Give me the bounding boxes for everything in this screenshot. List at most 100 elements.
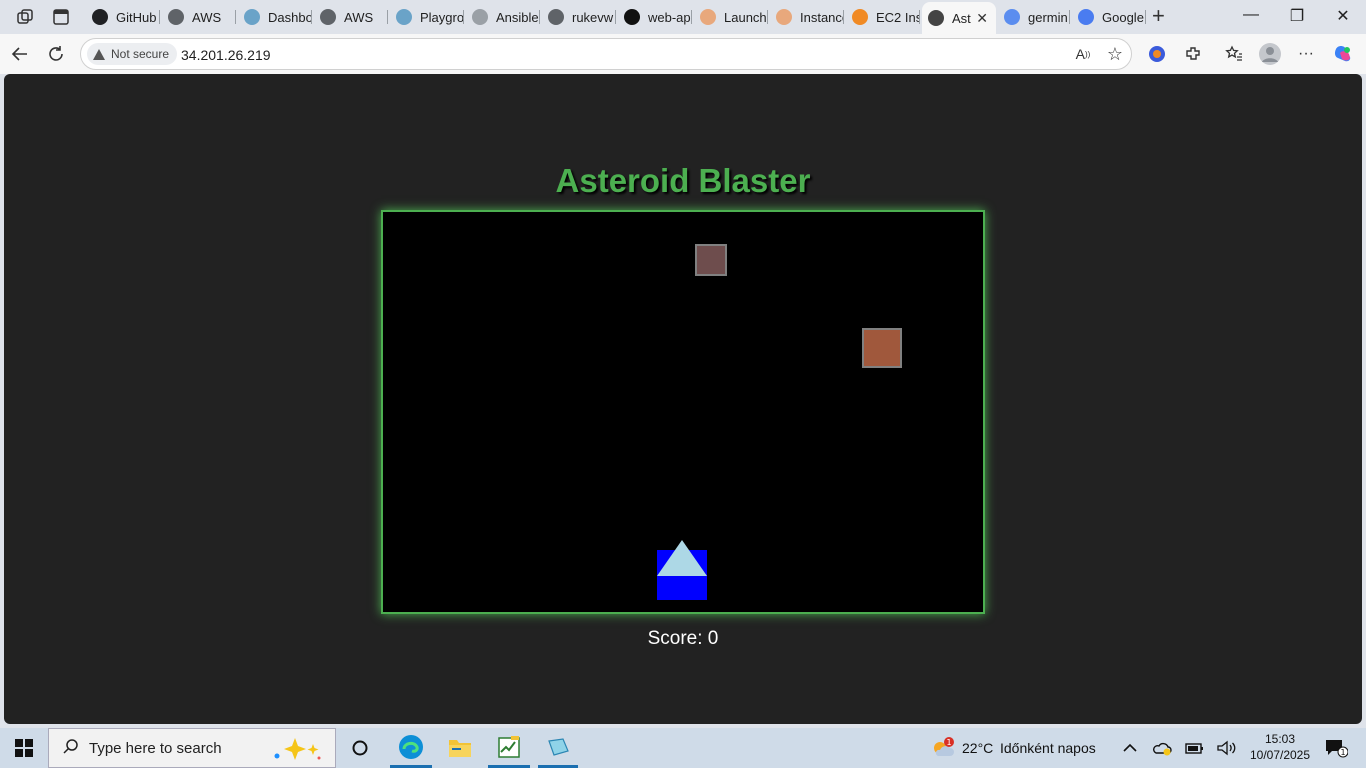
- search-icon: [63, 738, 79, 758]
- tab-label: Google: [1102, 9, 1144, 25]
- tab-6[interactable]: rukevw: [542, 4, 616, 30]
- tab-label: GitHub: [116, 9, 157, 25]
- tab-7[interactable]: web-ap: [618, 4, 692, 30]
- refresh-button[interactable]: [44, 42, 68, 66]
- tab-label: Playgro: [420, 9, 464, 25]
- tab-label: AWS: [344, 9, 374, 25]
- tab-label: Launch: [724, 9, 767, 25]
- tab-label: Instance: [800, 9, 844, 25]
- ansible-icon: [472, 9, 488, 25]
- minimize-button[interactable]: —: [1228, 6, 1274, 24]
- aws-icon: [320, 9, 336, 25]
- clock-date: 10/07/2025: [1249, 748, 1311, 762]
- url-text[interactable]: 34.201.26.219: [181, 47, 271, 63]
- edge-taskbar-icon[interactable]: [390, 728, 432, 768]
- tab-separator: [311, 10, 312, 24]
- asteroid: [862, 328, 902, 368]
- notifications-icon[interactable]: 1: [1320, 728, 1352, 768]
- tab-separator: [463, 10, 464, 24]
- more-menu-icon[interactable]: ···: [1294, 42, 1318, 66]
- battery-icon[interactable]: [1184, 728, 1206, 768]
- favorite-star-icon[interactable]: ☆: [1103, 42, 1127, 66]
- close-window-button[interactable]: ✕: [1320, 6, 1366, 26]
- tab-label: Dashbo: [268, 9, 312, 25]
- web-page: Asteroid Blaster Score: 0: [4, 74, 1362, 724]
- tab-2[interactable]: Dashbo: [238, 4, 312, 30]
- restore-button[interactable]: ❐: [1274, 6, 1320, 26]
- tab-separator: [539, 10, 540, 24]
- tab-separator: [767, 10, 768, 24]
- vertical-tabs-icon[interactable]: [48, 5, 74, 29]
- file-explorer-icon[interactable]: [440, 728, 480, 768]
- aws-console-icon: [700, 9, 716, 25]
- svg-text:1: 1: [946, 738, 951, 747]
- volume-icon[interactable]: [1214, 728, 1238, 768]
- svg-text:1: 1: [1340, 748, 1345, 757]
- asteroid: [695, 244, 727, 276]
- extension-icon[interactable]: [1145, 42, 1169, 66]
- copilot-icon[interactable]: [1331, 42, 1355, 66]
- favorites-icon[interactable]: [1222, 42, 1246, 66]
- task-manager-icon[interactable]: [488, 728, 530, 768]
- tab-separator: [615, 10, 616, 24]
- windows-taskbar: Type here to search 1 22°C Időnként napo…: [0, 728, 1366, 768]
- tab-label: EC2 Inst: [876, 9, 920, 25]
- game-canvas[interactable]: [381, 210, 985, 614]
- tab-12[interactable]: germin: [998, 4, 1070, 30]
- system-clock[interactable]: 15:03 10/07/2025: [1244, 731, 1316, 763]
- read-aloud-icon[interactable]: A)): [1071, 42, 1095, 66]
- address-bar[interactable]: Not secure 34.201.26.219 A)) ☆: [80, 38, 1132, 70]
- tab-strip: GitHub AWS Dashbo AWS Playgro Ansible rukevw we…: [0, 0, 1366, 34]
- tab-0[interactable]: GitHub: [86, 4, 160, 30]
- search-icon: [1004, 9, 1020, 25]
- ec2-icon: [852, 9, 868, 25]
- tab-label: web-ap: [648, 9, 691, 25]
- workspaces-icon[interactable]: [12, 5, 38, 29]
- tab-8[interactable]: Launch: [694, 4, 768, 30]
- tab-label: Ast: [952, 10, 971, 26]
- globe-icon: [928, 10, 944, 26]
- tab-label: germin: [1028, 9, 1068, 25]
- tab-separator: [843, 10, 844, 24]
- chevron-up-icon[interactable]: [1120, 728, 1140, 768]
- cloud-app-icon[interactable]: [538, 728, 578, 768]
- tab-separator: [691, 10, 692, 24]
- weather-temp: 22°C: [962, 740, 994, 756]
- cloud-icon: [396, 9, 412, 25]
- weather-description: Időnként napos: [1000, 740, 1096, 756]
- tab-separator: [387, 10, 388, 24]
- tab-separator: [159, 10, 160, 24]
- profile-avatar[interactable]: [1258, 42, 1282, 66]
- tab-5[interactable]: Ansible: [466, 4, 540, 30]
- new-tab-button[interactable]: +: [1152, 5, 1165, 27]
- score-display: Score: 0: [647, 628, 719, 649]
- browser-toolbar: Not secure 34.201.26.219 A)) ☆ ···: [0, 34, 1366, 74]
- openai-icon: [92, 9, 108, 25]
- security-label: Not secure: [111, 47, 170, 61]
- taskbar-search[interactable]: Type here to search: [48, 728, 336, 768]
- site-info-button[interactable]: Not secure: [87, 43, 178, 65]
- task-view-icon[interactable]: [340, 728, 380, 768]
- tab-10[interactable]: EC2 Inst: [846, 4, 920, 30]
- tab-4[interactable]: Playgro: [390, 4, 464, 30]
- aws-icon: [168, 9, 184, 25]
- aws-console-icon: [776, 9, 792, 25]
- player-ship-nose: [657, 540, 707, 576]
- tab-separator: [235, 10, 236, 24]
- game-title: Asteroid Blaster: [555, 162, 811, 199]
- onedrive-icon[interactable]: [1150, 728, 1174, 768]
- search-placeholder: Type here to search: [89, 739, 222, 757]
- tab-13[interactable]: Google: [1072, 4, 1146, 30]
- tab-3[interactable]: AWS: [314, 4, 388, 30]
- weather-icon[interactable]: 1: [928, 728, 958, 768]
- warning-icon: [93, 48, 105, 60]
- tab-9[interactable]: Instance: [770, 4, 844, 30]
- tab-1[interactable]: AWS: [162, 4, 236, 30]
- back-button[interactable]: [8, 42, 32, 66]
- close-tab-icon[interactable]: ✕: [976, 10, 988, 27]
- tab-separator: [1069, 10, 1070, 24]
- tab-separator: [1145, 10, 1146, 24]
- tab-11[interactable]: Ast ✕: [922, 2, 996, 34]
- extensions-puzzle-icon[interactable]: [1181, 42, 1205, 66]
- start-button[interactable]: [0, 728, 48, 768]
